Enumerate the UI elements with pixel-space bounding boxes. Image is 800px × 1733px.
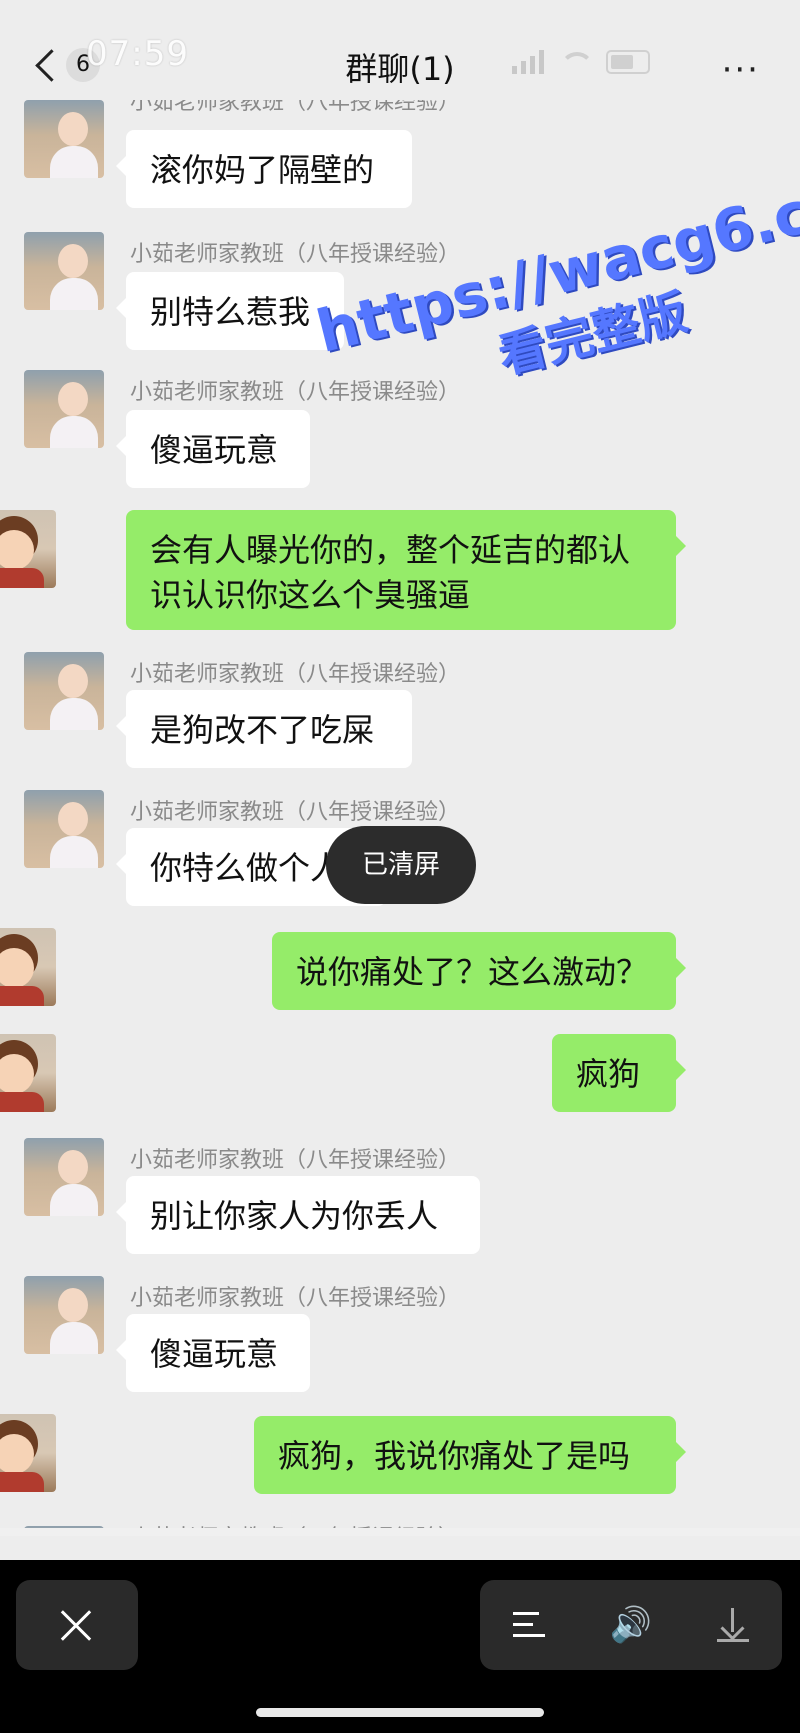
sender-avatar[interactable] <box>24 652 104 730</box>
message-item: 小茹老师家教班（八年授课经验） 别让你家人为你丢人 <box>0 1138 800 1254</box>
signal-icon <box>512 50 544 74</box>
close-button[interactable] <box>16 1580 138 1670</box>
message-bubble[interactable]: 说你痛处了？这么激动？ <box>272 932 686 1010</box>
sender-name: 小茹老师家教班（八年授课经验） <box>130 1286 461 1311</box>
message-item: 小茹老师家教班（八年授课经验） 滚你妈了隔壁的 <box>0 100 800 208</box>
sender-name: 小茹老师家教班（八年授课经验） <box>130 1148 461 1173</box>
message-bubble[interactable]: 别特么惹我 <box>116 272 344 350</box>
chat-title: 群聊(1) <box>345 50 455 88</box>
message-item: 小茹老师家教班（八年授课经验） 是狗改不了吃屎 <box>0 652 800 768</box>
message-item: 疯狗，我说你痛处了是吗 <box>0 1414 800 1494</box>
sender-name: 小茹老师家教班（八年授课经验） <box>130 100 461 115</box>
message-bubble[interactable]: 滚你妈了隔壁的 <box>116 130 412 208</box>
message-item: 说你痛处了？这么激动？ <box>0 928 800 1010</box>
sender-name: 小茹老师家教班（八年授课经验） <box>130 800 461 825</box>
toast-message: 已清屏 <box>326 826 476 904</box>
message-item: 会有人曝光你的，整个延吉的都认识认识你这么个臭骚逼 <box>0 510 800 630</box>
battery-icon <box>606 50 650 74</box>
my-avatar[interactable] <box>0 510 56 588</box>
wifi-icon <box>560 50 594 74</box>
message-item: 小茹老师家教班（八年授课经验） 傻逼玩意 <box>0 1276 800 1392</box>
more-options-button[interactable]: ··· <box>722 50 760 90</box>
message-bubble[interactable]: 会有人曝光你的，整个延吉的都认识认识你这么个臭骚逼 <box>126 510 686 630</box>
message-bubble[interactable]: 疯狗 <box>552 1034 686 1112</box>
chat-header: 6 07:59 群聊(1) ··· <box>0 34 800 90</box>
my-avatar[interactable] <box>0 1034 56 1112</box>
system-icons <box>512 42 650 82</box>
message-item: 疯狗 <box>0 1034 800 1112</box>
sender-avatar[interactable] <box>24 1276 104 1354</box>
sender-avatar[interactable] <box>24 370 104 448</box>
my-avatar[interactable] <box>0 1414 56 1492</box>
divider <box>0 1528 800 1536</box>
message-bubble[interactable]: 傻逼玩意 <box>116 410 310 488</box>
sender-name: 小茹老师家教班（八年授课经验） <box>130 242 461 267</box>
menu-icon[interactable] <box>512 1612 545 1638</box>
my-avatar[interactable] <box>0 928 56 1006</box>
media-controls: 🔊 <box>480 1580 782 1670</box>
sender-name: 小茹老师家教班（八年授课经验） <box>130 662 461 687</box>
message-bubble[interactable]: 疯狗，我说你痛处了是吗 <box>254 1416 686 1494</box>
download-icon[interactable] <box>717 1608 750 1642</box>
sender-avatar[interactable] <box>24 790 104 868</box>
sender-avatar[interactable] <box>24 1138 104 1216</box>
message-bubble[interactable]: 傻逼玩意 <box>116 1314 310 1392</box>
message-bubble[interactable]: 别让你家人为你丢人 <box>116 1176 480 1254</box>
sender-avatar[interactable] <box>24 100 104 178</box>
home-indicator[interactable] <box>256 1708 544 1717</box>
speaker-icon[interactable]: 🔊 <box>610 1608 652 1642</box>
sender-avatar[interactable] <box>24 232 104 310</box>
message-bubble[interactable]: 是狗改不了吃屎 <box>116 690 412 768</box>
